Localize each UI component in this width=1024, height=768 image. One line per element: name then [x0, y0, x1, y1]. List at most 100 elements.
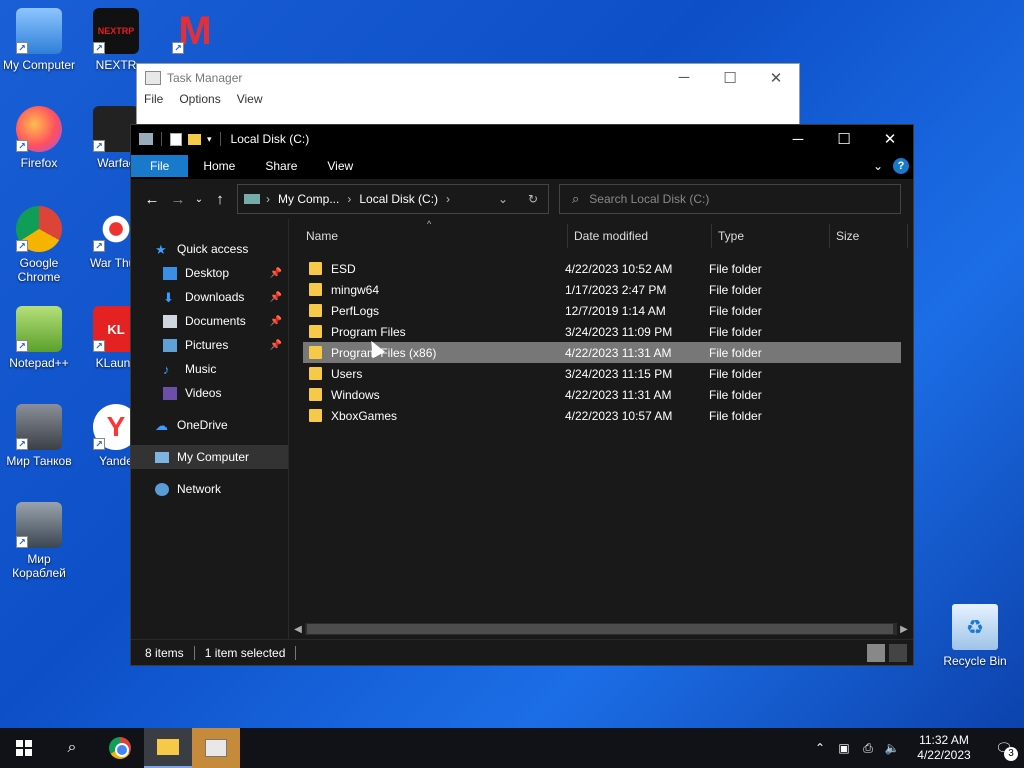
chevron-right-icon[interactable]: ›	[266, 192, 270, 206]
desktop-icon-my-computer[interactable]: ↗ My Computer	[0, 8, 78, 72]
tab-share[interactable]: Share	[250, 155, 312, 177]
tab-home[interactable]: Home	[188, 155, 250, 177]
menu-options[interactable]: Options	[179, 92, 220, 106]
nav-my-computer[interactable]: My Computer	[131, 445, 288, 469]
breadcrumb-my-computer[interactable]: My Comp...	[278, 192, 339, 206]
search-input[interactable]: ⌕ Search Local Disk (C:)	[559, 184, 901, 214]
scroll-right-icon[interactable]: ▶	[897, 624, 911, 635]
tab-view[interactable]: View	[312, 155, 368, 177]
expand-ribbon-icon[interactable]: ⌄	[873, 159, 883, 173]
refresh-icon[interactable]: ↻	[518, 192, 548, 206]
task-manager-titlebar[interactable]: Task Manager ─ ☐ ✕	[137, 64, 799, 92]
desktop-icon-mir-korabley[interactable]: ↗ Мир Кораблей	[0, 502, 78, 580]
nav-label: Music	[185, 362, 217, 376]
chevron-right-icon[interactable]: ›	[347, 192, 351, 206]
nav-music[interactable]: ♪ Music	[131, 357, 288, 381]
up-icon[interactable]: ↑	[207, 191, 233, 208]
table-row[interactable]: mingw64 1/17/2023 2:47 PM File folder	[303, 279, 901, 300]
forward-icon[interactable]: →	[165, 191, 191, 208]
file-date: 4/22/2023 11:31 AM	[565, 345, 672, 360]
large-icons-view-icon[interactable]	[889, 643, 907, 662]
minimize-icon[interactable]: ─	[775, 125, 821, 153]
column-type[interactable]: Type	[712, 224, 830, 248]
desktop-icon-firefox[interactable]: ↗ Firefox	[0, 106, 78, 170]
customize-toolbar-icon[interactable]: ▾	[207, 134, 212, 145]
folder-icon	[309, 409, 322, 422]
folder-icon	[309, 283, 322, 296]
task-manager-window[interactable]: Task Manager ─ ☐ ✕ File Options View	[136, 63, 800, 133]
clock[interactable]: 11:32 AM 4/22/2023	[904, 733, 984, 763]
desktop-folder-icon	[163, 266, 177, 280]
nav-downloads[interactable]: ⬇ Downloads 📌	[131, 285, 288, 309]
nav-label: Desktop	[185, 266, 230, 280]
desktop-icon-mir-tankov[interactable]: ↗ Мир Танков	[0, 404, 78, 468]
nav-pictures[interactable]: Pictures 📌	[131, 333, 288, 357]
device-icon[interactable]: ▣	[832, 741, 856, 755]
details-view-icon[interactable]	[867, 643, 885, 662]
maximize-icon[interactable]: ☐	[707, 69, 753, 87]
nav-desktop[interactable]: Desktop 📌	[131, 261, 288, 285]
desktop-icon-notepadpp[interactable]: ↗ Notepad++	[0, 306, 78, 370]
volume-icon[interactable]: 🔈	[880, 741, 904, 755]
help-icon[interactable]: ?	[893, 158, 909, 174]
computer-icon	[155, 451, 169, 463]
breadcrumb-local-disk[interactable]: Local Disk (C:)	[359, 192, 438, 206]
table-row[interactable]: ESD 4/22/2023 10:52 AM File folder	[303, 258, 901, 279]
folder-icon	[309, 304, 322, 317]
nav-videos[interactable]: Videos	[131, 381, 288, 405]
table-row[interactable]: PerfLogs 12/7/2019 1:14 AM File folder	[303, 300, 901, 321]
column-name[interactable]: Name	[306, 224, 568, 248]
windows-logo-icon	[16, 740, 32, 756]
menu-view[interactable]: View	[237, 92, 263, 106]
nav-onedrive[interactable]: ☁ OneDrive	[131, 413, 288, 437]
table-row[interactable]: Windows 4/22/2023 11:31 AM File folder	[303, 384, 901, 405]
taskbar-file-explorer[interactable]	[144, 728, 192, 768]
search-button[interactable]: ⌕	[48, 728, 96, 768]
desktop-icon-label: NEXTR	[95, 58, 137, 72]
table-row[interactable]: Users 3/24/2023 11:15 PM File folder	[303, 363, 901, 384]
horizontal-scrollbar[interactable]: ◀ ▶	[291, 621, 911, 637]
chevron-down-icon[interactable]: ⌄	[488, 192, 518, 206]
maximize-icon[interactable]: ☐	[821, 125, 867, 153]
close-icon[interactable]: ✕	[867, 125, 913, 153]
divider	[193, 645, 195, 660]
computer-icon: ↗	[16, 8, 62, 54]
nav-label: Pictures	[185, 338, 229, 352]
action-center-button[interactable]: 🗨 3	[984, 728, 1024, 768]
nav-network[interactable]: Network	[131, 477, 288, 501]
chevron-right-icon[interactable]: ›	[446, 192, 450, 206]
file-explorer-window[interactable]: ▾ Local Disk (C:) ─ ☐ ✕ File Home Share …	[130, 124, 914, 666]
desktop-icon-chrome[interactable]: ↗ Google Chrome	[0, 206, 78, 284]
menu-file[interactable]: File	[144, 92, 163, 106]
scroll-left-icon[interactable]: ◀	[291, 624, 305, 635]
close-icon[interactable]: ✕	[753, 69, 799, 87]
taskbar-chrome[interactable]	[96, 728, 144, 768]
properties-icon[interactable]	[170, 132, 182, 146]
divider	[295, 645, 297, 660]
folder-icon	[309, 262, 322, 275]
table-row-selected[interactable]: Program Files (x86) 4/22/2023 11:31 AM F…	[303, 342, 901, 363]
start-button[interactable]	[0, 728, 48, 768]
network-icon[interactable]: ⎙	[856, 741, 880, 756]
new-folder-icon[interactable]	[188, 133, 201, 145]
minimize-icon[interactable]: ─	[661, 69, 707, 87]
column-size[interactable]: Size	[830, 224, 908, 248]
desktop-icon-m-app[interactable]: M ↗	[156, 8, 234, 54]
explorer-titlebar[interactable]: ▾ Local Disk (C:) ─ ☐ ✕	[131, 125, 913, 153]
table-row[interactable]: XboxGames 4/22/2023 10:57 AM File folder	[303, 405, 901, 426]
back-icon[interactable]: ←	[139, 191, 165, 208]
table-row[interactable]: Program Files 3/24/2023 11:09 PM File fo…	[303, 321, 901, 342]
nav-quick-access[interactable]: ★ Quick access	[131, 237, 288, 261]
desktop-icon-recycle-bin[interactable]: ♻ Recycle Bin	[936, 604, 1014, 668]
nav-documents[interactable]: Documents 📌	[131, 309, 288, 333]
scrollbar-thumb[interactable]	[307, 624, 893, 634]
search-icon: ⌕	[67, 739, 77, 756]
file-name: Users	[331, 366, 363, 381]
file-name: PerfLogs	[331, 303, 380, 318]
address-bar[interactable]: › My Comp... › Local Disk (C:) › ⌄ ↻	[237, 184, 549, 214]
taskbar-task-manager[interactable]	[192, 728, 240, 768]
chevron-up-icon[interactable]: ⌃	[808, 741, 832, 755]
recent-locations-icon[interactable]: ⌄	[191, 194, 207, 205]
column-date-modified[interactable]: Date modified	[568, 224, 712, 248]
tab-file[interactable]: File	[131, 155, 189, 177]
